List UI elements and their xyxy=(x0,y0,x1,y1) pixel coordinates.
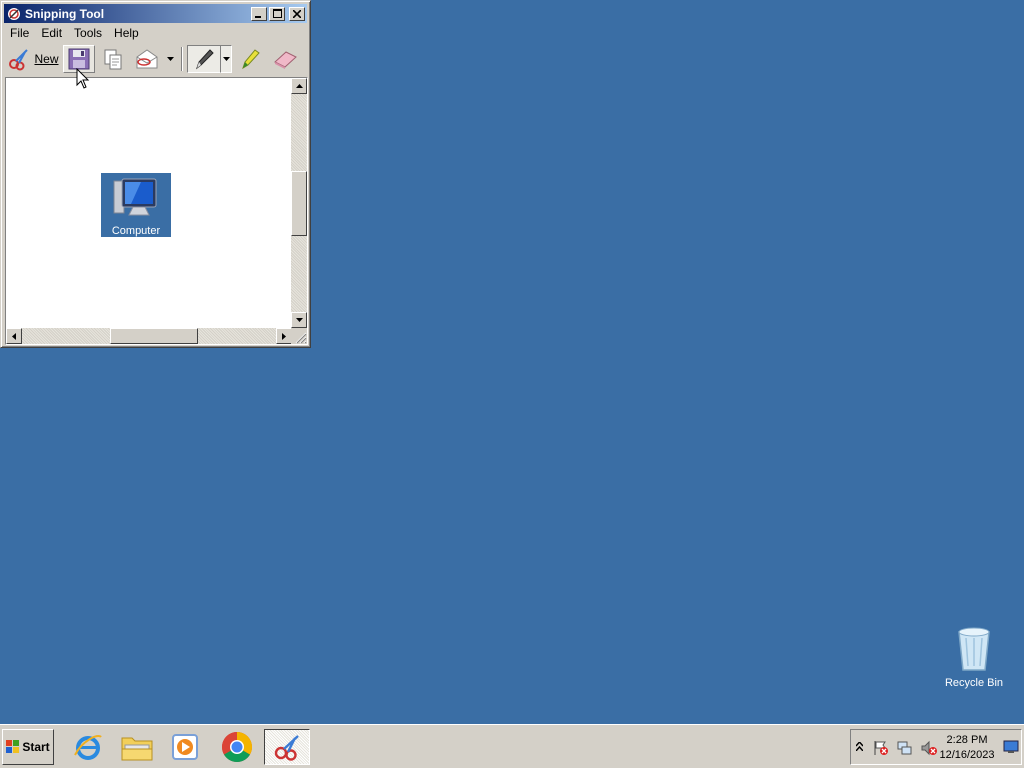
title-bar[interactable]: Snipping Tool xyxy=(4,4,307,23)
scissors-icon xyxy=(9,49,29,71)
dropdown-arrow-icon xyxy=(222,57,230,61)
scroll-up-button[interactable] xyxy=(291,78,307,94)
captured-computer-icon: Computer xyxy=(101,173,171,237)
recycle-bin-desktop-icon[interactable]: Recycle Bin xyxy=(940,624,1008,689)
horizontal-scroll-thumb[interactable] xyxy=(110,328,198,344)
horizontal-scrollbar[interactable] xyxy=(6,328,292,344)
copy-button[interactable] xyxy=(97,45,129,73)
pen-button[interactable] xyxy=(187,45,221,73)
eraser-button[interactable] xyxy=(268,45,302,73)
clock[interactable]: 2:28 PM 12/16/2023 xyxy=(937,733,997,763)
pen-icon xyxy=(196,49,214,70)
toolbar-separator xyxy=(181,47,183,71)
taskbar-chrome[interactable] xyxy=(215,729,259,765)
eraser-icon xyxy=(274,51,297,69)
copy-icon xyxy=(104,49,122,70)
computer-icon xyxy=(113,178,157,216)
snipping-tool-window: Snipping Tool File Edit Tools Help New C… xyxy=(0,0,311,348)
recycle-bin-label: Recycle Bin xyxy=(944,677,1004,689)
show-desktop-icon[interactable] xyxy=(1003,740,1019,754)
send-snip-button[interactable] xyxy=(131,45,163,73)
arrow-left-icon xyxy=(12,332,16,340)
menu-file[interactable]: File xyxy=(4,24,35,42)
menu-tools[interactable]: Tools xyxy=(68,24,108,42)
new-label: New xyxy=(34,52,59,66)
snip-image-area: Computer xyxy=(7,79,293,329)
mouse-cursor-icon xyxy=(76,68,90,89)
taskbar-media-player[interactable] xyxy=(163,729,207,765)
arrow-down-icon xyxy=(295,318,303,322)
maximize-icon xyxy=(272,9,282,18)
computer-icon-label: Computer xyxy=(111,225,161,237)
volume-muted-icon[interactable] xyxy=(921,740,937,756)
resize-grip-icon xyxy=(295,332,307,344)
snipping-tool-icon xyxy=(8,7,20,20)
clock-time: 2:28 PM xyxy=(946,734,988,746)
scroll-right-button[interactable] xyxy=(276,328,292,344)
vertical-scroll-thumb[interactable] xyxy=(291,171,307,236)
vertical-scrollbar[interactable] xyxy=(291,78,307,328)
clock-date: 12/16/2023 xyxy=(939,749,995,761)
minimize-button[interactable] xyxy=(251,6,267,21)
send-dropdown-button[interactable] xyxy=(163,45,177,73)
folder-icon xyxy=(121,737,153,761)
envelope-icon xyxy=(136,49,158,69)
network-icon[interactable] xyxy=(897,740,913,756)
menu-help[interactable]: Help xyxy=(108,24,145,42)
arrow-up-icon xyxy=(295,84,303,88)
scissors-icon xyxy=(274,735,299,761)
window-title: Snipping Tool xyxy=(25,6,105,21)
pen-dropdown-button[interactable] xyxy=(220,45,232,73)
new-snip-button[interactable]: New xyxy=(4,45,60,73)
menu-bar: File Edit Tools Help xyxy=(4,24,307,42)
scroll-down-button[interactable] xyxy=(291,312,307,328)
resize-grip[interactable] xyxy=(291,328,307,344)
highlighter-icon xyxy=(242,49,260,70)
maximize-button[interactable] xyxy=(269,6,285,21)
highlighter-button[interactable] xyxy=(234,45,266,73)
minimize-icon xyxy=(255,15,261,18)
arrow-right-icon xyxy=(282,332,286,340)
taskbar-snipping-tool[interactable] xyxy=(264,729,310,765)
taskbar: Start 2:28 PM 12/16/2023 xyxy=(0,724,1024,768)
menu-edit[interactable]: Edit xyxy=(35,24,68,42)
scroll-left-button[interactable] xyxy=(6,328,22,344)
system-tray: 2:28 PM 12/16/2023 xyxy=(850,729,1022,765)
action-center-flag-icon[interactable] xyxy=(873,740,889,756)
toolbar: New xyxy=(4,43,307,75)
close-icon xyxy=(293,9,301,18)
chrome-icon xyxy=(221,732,253,763)
windows-flag-icon xyxy=(6,740,20,753)
show-hidden-icons-icon[interactable] xyxy=(856,742,863,751)
snip-canvas: Computer xyxy=(5,77,308,345)
taskbar-internet-explorer[interactable] xyxy=(66,729,110,765)
dropdown-arrow-icon xyxy=(166,57,174,61)
internet-explorer-icon xyxy=(74,735,102,760)
start-button[interactable]: Start xyxy=(2,729,54,765)
media-player-icon xyxy=(172,734,198,760)
start-label: Start xyxy=(22,740,50,754)
close-button[interactable] xyxy=(289,6,305,21)
recycle-bin-icon xyxy=(958,627,990,671)
taskbar-file-explorer[interactable] xyxy=(115,729,159,765)
